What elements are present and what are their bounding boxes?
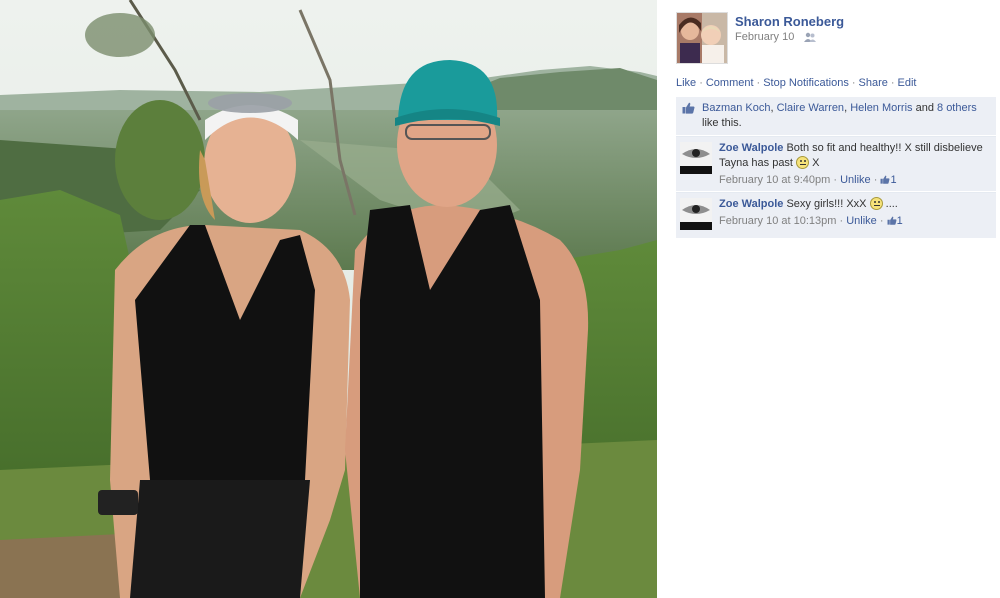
comment: Zoe Walpole Sexy girls!!! XxX .... Febru… [676, 192, 996, 238]
photo-two-women-hiking [0, 0, 657, 598]
friends-icon[interactable] [804, 32, 816, 46]
thumbs-up-icon [880, 175, 890, 184]
post-date[interactable]: February 10 [735, 31, 794, 43]
comment-link[interactable]: Comment [706, 77, 754, 89]
smiley-emoticon-icon [869, 197, 883, 210]
liker-name[interactable]: Claire Warren [777, 102, 844, 114]
like-count-value: 1 [890, 174, 897, 186]
separator: · [879, 215, 884, 227]
likes-summary: Bazman Koch, Claire Warren, Helen Morris… [676, 97, 996, 135]
post-photo[interactable] [0, 0, 657, 598]
comment-meta: February 10 at 10:13pm · Unlike · 1 [719, 215, 990, 227]
separator: · [890, 77, 895, 89]
liker-name[interactable]: Helen Morris [850, 102, 912, 114]
separator: · [873, 174, 878, 186]
comment: Zoe Walpole Both so fit and healthy!! X … [676, 136, 996, 191]
post-sidebar: Sharon Roneberg February 10 Like · Comment… [676, 10, 998, 238]
like-count-value: 1 [896, 215, 903, 227]
comment-body: Zoe Walpole Sexy girls!!! XxX .... [719, 197, 990, 212]
comment-text-end: .... [885, 198, 898, 210]
comment-author[interactable]: Zoe Walpole [719, 142, 783, 154]
post-header: Sharon Roneberg February 10 [676, 10, 998, 72]
poster-name[interactable]: Sharon Roneberg [735, 14, 844, 29]
stop-notifications-link[interactable]: Stop Notifications [763, 77, 849, 89]
edit-link[interactable]: Edit [898, 77, 917, 89]
comment-meta: February 10 at 9:40pm · Unlike · 1 [719, 174, 990, 186]
thumbs-up-icon [887, 216, 897, 225]
like-link[interactable]: Like [676, 77, 696, 89]
comment-body: Zoe Walpole Both so fit and healthy!! X … [719, 141, 990, 171]
comment-like-count[interactable]: 1 [880, 174, 897, 186]
comment-like-count[interactable]: 1 [887, 215, 903, 227]
commenter-avatar[interactable] [680, 142, 712, 174]
separator: · [699, 77, 703, 89]
separator: · [833, 174, 838, 186]
separator: · [756, 77, 761, 89]
comment-text-end: X [812, 157, 820, 169]
separator: · [851, 77, 856, 89]
separator: · [839, 215, 844, 227]
liker-name[interactable]: Bazman Koch [702, 102, 770, 114]
comment-text: Sexy girls!!! XxX [786, 198, 867, 210]
post-actions: Like · Comment · Stop Notifications · Share · Ed… [676, 77, 917, 89]
likes-suffix: like this. [702, 117, 742, 129]
unlike-link[interactable]: Unlike [846, 215, 877, 227]
comment-timestamp[interactable]: February 10 at 9:40pm [719, 174, 830, 186]
comment-author[interactable]: Zoe Walpole [719, 198, 783, 210]
unlike-link[interactable]: Unlike [840, 174, 871, 186]
smiley-emoticon-icon [796, 156, 810, 169]
comment-timestamp[interactable]: February 10 at 10:13pm [719, 215, 836, 227]
likes-others-link[interactable]: 8 others [937, 102, 977, 114]
share-link[interactable]: Share [859, 77, 888, 89]
feedback-section: Bazman Koch, Claire Warren, Helen Morris… [676, 97, 996, 238]
commenter-avatar[interactable] [680, 198, 712, 230]
thumbs-up-icon [682, 102, 695, 119]
poster-avatar[interactable] [676, 12, 728, 64]
likes-and: and [912, 102, 938, 114]
